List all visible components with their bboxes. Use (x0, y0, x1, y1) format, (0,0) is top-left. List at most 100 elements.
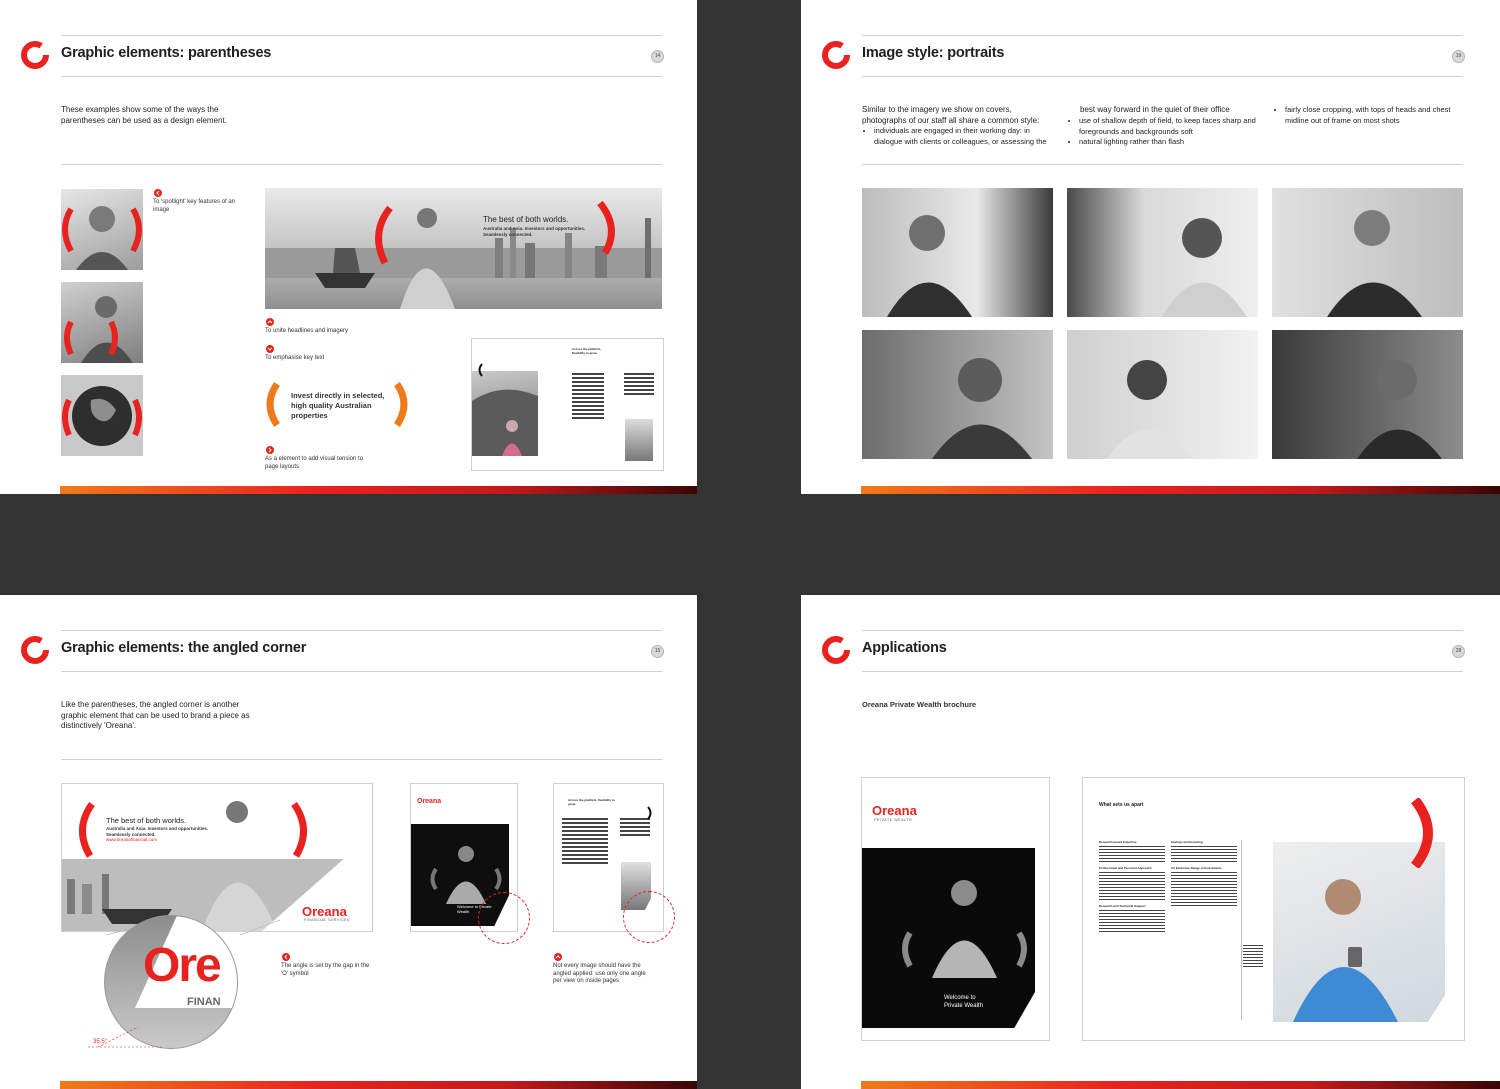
intro-bullets: individuals are engaged in their working… (862, 126, 1054, 147)
note-unite: To unite headlines and imagery (265, 328, 349, 334)
page-applications: Applications 28 Oreana Private Wealth br… (801, 595, 1500, 1089)
subtitle: Oreana Private Wealth brochure (862, 700, 977, 709)
spread-paren-icon (1410, 798, 1433, 868)
cover-brand: Oreana (872, 803, 917, 818)
col2-bullets: use of shallow depth of field, to keep f… (1067, 116, 1264, 148)
cover-title: Welcome to Private Wealth (944, 994, 983, 1010)
cover-brand-sub: PRIVATE WEALTH (874, 818, 913, 822)
spread-headline: Across the platform, flexibility to grow… (572, 347, 602, 355)
spread-subhead: An Extensive Range of Investments (1171, 866, 1222, 870)
page-number: 14 (651, 50, 664, 63)
intro-text: These examples show some of the ways the… (61, 105, 227, 125)
oreana-logo-icon (822, 41, 850, 69)
portrait-photo-3 (1272, 188, 1463, 317)
brand-name: Oreana (302, 904, 347, 919)
brochure-cover: Oreana PRIVATE WEALTH Welcome to Private … (861, 777, 1050, 1041)
bullet-item: natural lighting rather than flash (1079, 137, 1264, 148)
rule-intro (862, 164, 1463, 165)
page-title: Applications (862, 640, 947, 656)
spread-heading: What sets us apart (1099, 802, 1144, 808)
angle-guide (88, 1027, 163, 1048)
page-title: Graphic elements: the angled corner (61, 640, 307, 656)
bullet-item: use of shallow depth of field, to keep f… (1079, 116, 1264, 137)
page-number: 15 (651, 645, 664, 658)
note-angle: The angle is set by the gap in the 'O' s… (281, 963, 370, 977)
angle-label: 35.5° (93, 1039, 108, 1045)
rule-top (862, 35, 1463, 36)
spread-photo (1273, 842, 1445, 1022)
portrait-photo-6 (1272, 330, 1463, 459)
spread-col1: Research-based Expertise Professional an… (1099, 840, 1165, 934)
page-title: Image style: portraits (862, 45, 1005, 61)
col2-lead: best way forward in the quiet of their o… (1080, 105, 1230, 114)
rule-header (862, 671, 1463, 672)
oreana-logo-icon (21, 636, 49, 664)
bullet-item: individuals are engaged in their working… (874, 126, 1054, 147)
rule-header (61, 671, 662, 672)
emphasis-text: Invest directly in selected, high qualit… (291, 391, 385, 420)
note-tension: As a element to add visual tension to pa… (265, 456, 364, 470)
oreana-logo-icon (822, 636, 850, 664)
inside-paren-icon (647, 806, 652, 820)
brand-gradient-bar (60, 1081, 697, 1089)
brochure-spread: What sets us apart Research-based Expert… (1082, 777, 1465, 1041)
intro-text: Like the parentheses, the angled corner … (61, 700, 250, 730)
banner-headline: The best of both worlds. (483, 215, 569, 224)
harbour-banner: The best of both worlds. Australia and A… (265, 188, 662, 309)
zoom-sub: FINAN (187, 996, 221, 1008)
page-title: Graphic elements: parentheses (61, 45, 272, 61)
rule-top (61, 35, 662, 36)
arrow-down-icon (266, 345, 274, 353)
spread-subhead: Professional and Personal Approach (1099, 866, 1152, 870)
spread-portrait (625, 419, 653, 461)
col3-bullets: fairly close cropping, with tops of head… (1273, 105, 1470, 126)
note-pages: Not every image should have the angled a… (553, 963, 646, 984)
man-phone-photo (61, 282, 143, 363)
rule-top (61, 630, 662, 631)
spread-subhead: Savings and Investing (1171, 840, 1203, 844)
banner-sub: Australia and Asia. Investors and opport… (106, 826, 209, 837)
arrow-left-icon (154, 189, 162, 197)
banner-sub: Australia and Asia. Investors and opport… (483, 226, 586, 237)
portrait-photo-5 (1067, 330, 1258, 459)
angle-highlight-circle (478, 892, 530, 944)
brand-gradient-bar (861, 1081, 1500, 1089)
rule-top (862, 630, 1463, 631)
rule-header (862, 76, 1463, 77)
spread-col2: Savings and Investing An Extensive Range… (1171, 840, 1237, 908)
cover-title-1: Welcome to (944, 995, 976, 1001)
banner-headline: The best of both worlds. (106, 816, 187, 825)
intro-text: Similar to the imagery we show on covers… (862, 105, 1040, 125)
spread-subhead: Research and Technical Support (1099, 904, 1146, 908)
rule-intro (61, 164, 662, 165)
page-number: 19 (1452, 50, 1465, 63)
portrait-photo-2 (1067, 188, 1258, 317)
page-portraits: Image style: portraits 19 Similar to the… (801, 0, 1500, 494)
spread-subhead: Research-based Expertise (1099, 840, 1137, 844)
rule-intro (61, 759, 662, 760)
arrow-right-icon (266, 446, 274, 454)
rule-header (61, 76, 662, 77)
angle-highlight-circle-2 (623, 891, 675, 943)
arrow-left-icon (282, 953, 290, 961)
brand-gradient-bar (60, 486, 697, 494)
portrait-photo-4 (862, 330, 1053, 459)
page-number: 28 (1452, 645, 1465, 658)
spread-divider (1241, 840, 1242, 1020)
portrait-photo-1 (862, 188, 1053, 317)
oreana-logo-icon (21, 41, 49, 69)
inside-headline: Across the platform, flexibility to grow… (568, 798, 615, 806)
arrow-up-icon (554, 953, 562, 961)
inside-text-lines (562, 816, 608, 866)
globe-photo (61, 375, 143, 456)
spread-sidebar-lines (624, 371, 654, 397)
bullet-item: fairly close cropping, with tops of head… (1285, 105, 1470, 126)
spread-text-lines (572, 371, 604, 421)
spread-sidebar (1243, 943, 1263, 969)
brand-sub: FINANCIAL SERVICES (304, 918, 350, 922)
spread-thumbnail: Across the platform, flexibility to grow… (471, 338, 664, 471)
thumb-brand: Oreana (417, 798, 442, 805)
brand-gradient-bar (861, 486, 1500, 494)
zoom-brand: Ore (143, 939, 222, 992)
page-angled-corner: Graphic elements: the angled corner 15 L… (0, 595, 697, 1089)
